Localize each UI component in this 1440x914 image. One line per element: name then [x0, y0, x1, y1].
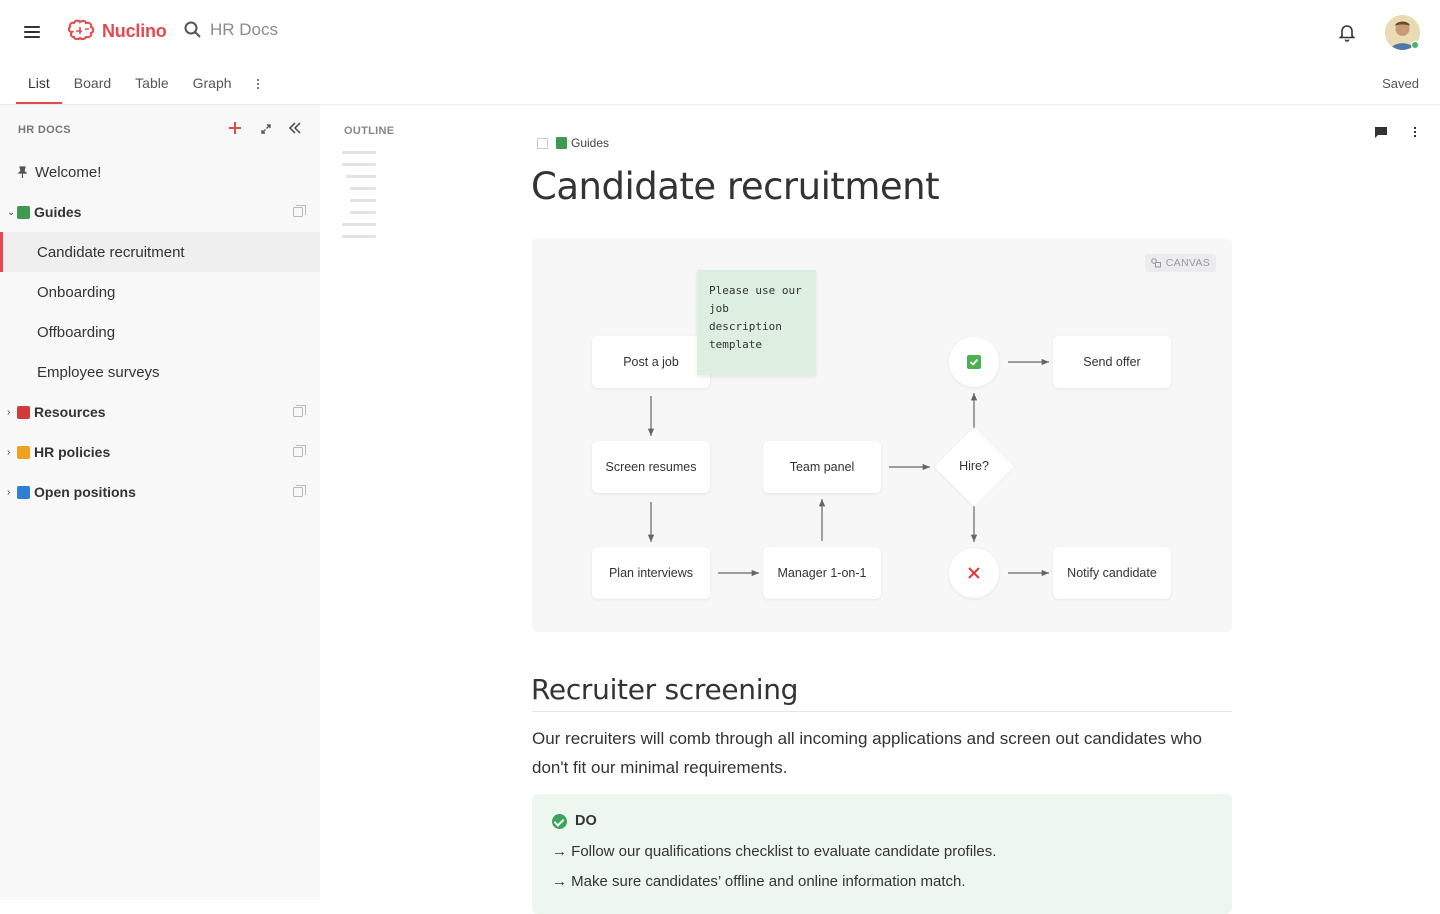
chevron-right-icon[interactable]: ›	[7, 407, 15, 418]
node-notify-candidate[interactable]: Notify candidate	[1053, 547, 1171, 599]
expand-icon[interactable]	[260, 122, 272, 140]
document-icon	[537, 137, 548, 149]
sidebar-item-hr-policies[interactable]: › HR policies	[0, 432, 320, 472]
top-bar: Nuclino HR Docs	[0, 0, 1440, 64]
sidebar-item-label: Guides	[34, 204, 82, 220]
collapse-sidebar-icon[interactable]	[288, 121, 302, 140]
search-placeholder: HR Docs	[210, 20, 279, 39]
green-book-icon	[556, 137, 567, 149]
copy-icon[interactable]	[293, 485, 306, 497]
red-book-icon	[17, 405, 30, 419]
sidebar-item-label: Candidate recruitment	[37, 243, 185, 261]
outline-entry[interactable]	[342, 151, 376, 154]
view-tabs: List Board Table Graph	[16, 64, 270, 104]
flowchart-canvas[interactable]: CANVAS Post a job Please use our job des…	[532, 238, 1232, 632]
brain-logo-icon	[67, 19, 95, 41]
tab-table[interactable]: Table	[123, 64, 180, 104]
callout-heading: DO	[552, 813, 597, 829]
node-manager-1on1[interactable]: Manager 1-on-1	[763, 547, 881, 599]
sidebar-item-label: Open positions	[34, 484, 136, 500]
node-plan-interviews[interactable]: Plan interviews	[592, 547, 710, 599]
page-title[interactable]: Candidate recruitment	[531, 165, 940, 208]
sidebar: HR DOCS Welcome! ⌄ Guides Candidate recr…	[0, 105, 320, 900]
callout-heading-text: DO	[575, 813, 597, 829]
outline-entry[interactable]	[350, 199, 376, 202]
section-heading[interactable]: Recruiter screening	[531, 673, 798, 706]
copy-icon[interactable]	[293, 445, 306, 457]
node-team-panel[interactable]: Team panel	[763, 441, 881, 493]
outline-label: OUTLINE	[344, 125, 395, 137]
yes-check-node[interactable]	[949, 337, 999, 387]
sidebar-item-label: Resources	[34, 404, 106, 420]
outline-entry[interactable]	[342, 163, 376, 166]
more-options-icon[interactable]	[1414, 127, 1416, 137]
chevron-right-icon[interactable]: ›	[7, 487, 15, 498]
sidebar-item-open-positions[interactable]: › Open positions	[0, 472, 320, 512]
callout-line: → Make sure candidates’ offline and onli…	[552, 873, 966, 890]
node-screen-resumes[interactable]: Screen resumes	[592, 441, 710, 493]
more-views-icon[interactable]	[246, 64, 270, 104]
outline-entry[interactable]	[346, 175, 376, 178]
green-check-icon	[967, 355, 981, 369]
tab-board[interactable]: Board	[62, 64, 123, 104]
outline-entry[interactable]	[350, 187, 376, 190]
node-post-a-job[interactable]: Post a job	[592, 336, 710, 388]
comments-icon[interactable]	[1374, 126, 1388, 144]
node-send-offer[interactable]: Send offer	[1053, 336, 1171, 388]
sidebar-item-resources[interactable]: › Resources	[0, 392, 320, 432]
copy-icon[interactable]	[293, 205, 306, 217]
outline-entry[interactable]	[342, 235, 376, 238]
sidebar-item-employee-surveys[interactable]: Employee surveys	[0, 352, 320, 392]
check-circle-icon	[552, 813, 567, 829]
sidebar-item-label: Offboarding	[37, 323, 116, 341]
callout-line: → Follow our qualifications checklist to…	[552, 843, 997, 860]
notifications-bell-icon[interactable]	[1338, 22, 1356, 47]
copy-icon[interactable]	[293, 405, 306, 417]
sidebar-item-offboarding[interactable]: Offboarding	[0, 312, 320, 352]
online-status-dot	[1411, 41, 1419, 49]
orange-book-icon	[17, 445, 30, 459]
menu-icon[interactable]	[24, 26, 40, 38]
add-item-icon[interactable]	[227, 120, 243, 136]
do-callout[interactable]: DO → Follow our qualifications checklist…	[532, 794, 1232, 914]
no-cross-node[interactable]	[949, 548, 999, 598]
search-bar[interactable]: HR Docs	[184, 20, 278, 40]
sticky-note[interactable]: Please use our job description template	[697, 270, 816, 375]
heading-divider	[532, 711, 1232, 712]
app-name: Nuclino	[102, 20, 167, 41]
outline-entry[interactable]	[350, 211, 376, 214]
hire-decision-label: Hire?	[959, 459, 989, 473]
body-paragraph[interactable]: Our recruiters will comb through all inc…	[532, 724, 1232, 782]
sidebar-item-guides[interactable]: ⌄ Guides	[0, 192, 320, 232]
sidebar-item-label: Welcome!	[35, 163, 102, 181]
save-status: Saved	[1382, 76, 1419, 91]
sidebar-item-candidate-recruitment[interactable]: Candidate recruitment	[0, 232, 320, 272]
red-cross-icon	[968, 567, 980, 579]
sidebar-item-label: Employee surveys	[37, 363, 160, 381]
app-logo[interactable]: Nuclino	[66, 18, 167, 44]
outline-entry[interactable]	[342, 223, 376, 226]
tab-graph[interactable]: Graph	[181, 64, 244, 104]
pin-icon	[17, 165, 28, 178]
green-book-icon	[17, 205, 30, 219]
sidebar-item-label: Onboarding	[37, 283, 116, 301]
breadcrumb-guides[interactable]: Guides	[571, 136, 609, 150]
breadcrumb: Guides	[537, 136, 609, 150]
sidebar-item-welcome[interactable]: Welcome!	[0, 152, 320, 192]
search-icon	[184, 21, 201, 38]
sidebar-item-label: HR policies	[34, 444, 111, 460]
chevron-down-icon[interactable]: ⌄	[7, 207, 15, 218]
tab-list[interactable]: List	[16, 64, 62, 104]
blue-folder-icon	[17, 485, 30, 499]
sidebar-item-onboarding[interactable]: Onboarding	[0, 272, 320, 312]
sidebar-heading: HR DOCS	[18, 124, 71, 136]
chevron-right-icon[interactable]: ›	[7, 447, 15, 458]
